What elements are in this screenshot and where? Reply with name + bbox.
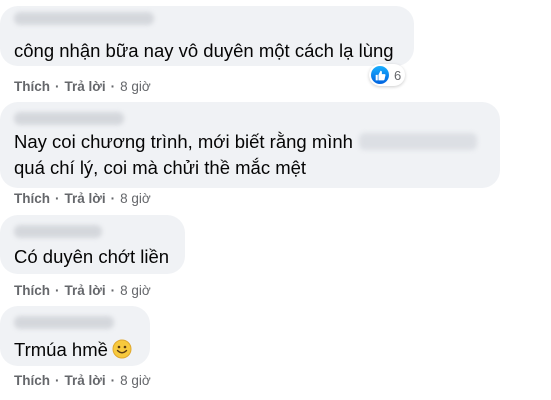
comment-text-line-2: quá chí lý, coi mà chửi thề mắc mệt: [14, 157, 307, 178]
comment-bubble: Trmúa hmề: [0, 306, 150, 366]
comment-actions: Thích · Trả lời · 8 giờ: [14, 79, 151, 94]
commenter-name-redacted: [14, 12, 154, 25]
comment-bubble: Nay coi chương trình, mới biết rằng mình…: [0, 102, 500, 188]
redacted-text: [358, 133, 477, 150]
comment-actions: Thích · Trả lời · 8 giờ: [14, 191, 151, 206]
timestamp[interactable]: 8 giờ: [120, 283, 151, 298]
commenter-name-redacted: [14, 225, 102, 238]
reply-button[interactable]: Trả lời: [65, 191, 106, 206]
reaction-count: 6: [394, 67, 402, 83]
comment-bubble: công nhận bữa nay vô duyên một cách lạ l…: [0, 6, 414, 66]
comment-text: Có duyên chớt liền: [14, 246, 170, 267]
timestamp[interactable]: 8 giờ: [120, 191, 151, 206]
like-button[interactable]: Thích: [14, 79, 50, 94]
timestamp[interactable]: 8 giờ: [120, 79, 151, 94]
reply-button[interactable]: Trả lời: [65, 373, 106, 388]
comment-text: công nhận bữa nay vô duyên một cách lạ l…: [14, 40, 394, 61]
comment-text-line-1: Nay coi chương trình, mới biết rằng mình: [14, 129, 477, 155]
reaction-badge[interactable]: 6: [369, 64, 406, 86]
like-button[interactable]: Thích: [14, 283, 50, 298]
like-button[interactable]: Thích: [14, 191, 50, 206]
comment-actions: Thích · Trả lời · 8 giờ: [14, 373, 151, 388]
comment-actions: Thích · Trả lời · 8 giờ: [14, 283, 151, 298]
commenter-name-redacted: [14, 112, 124, 125]
smiling-face-icon: [112, 339, 132, 359]
like-icon: [371, 66, 389, 84]
comment-text: Trmúa hmề: [14, 337, 132, 363]
reply-button[interactable]: Trả lời: [65, 283, 106, 298]
commenter-name-redacted: [14, 316, 114, 329]
timestamp[interactable]: 8 giờ: [120, 373, 151, 388]
like-button[interactable]: Thích: [14, 373, 50, 388]
reply-button[interactable]: Trả lời: [65, 79, 106, 94]
comment-bubble: Có duyên chớt liền: [0, 215, 185, 274]
